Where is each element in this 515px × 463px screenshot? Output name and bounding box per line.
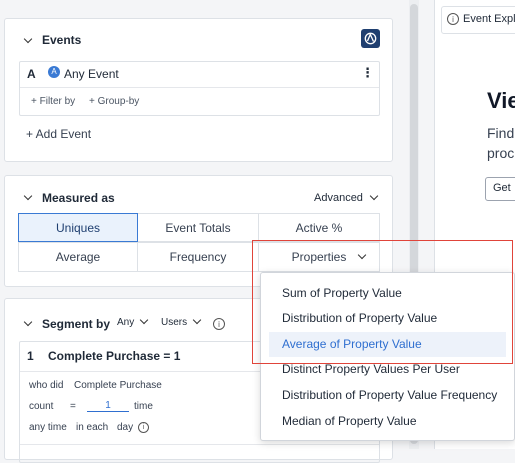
collapse-segment-chevron-icon[interactable] [23, 317, 33, 327]
event-row-divider [20, 87, 379, 88]
option-active-percent[interactable]: Active % [258, 213, 380, 242]
day-selector[interactable]: day [117, 422, 133, 433]
right-panel-text-2: proc [487, 145, 515, 161]
option-average[interactable]: Average [18, 242, 138, 272]
option-uniques[interactable]: Uniques [18, 213, 138, 242]
event-more-icon[interactable]: ⋮ [361, 65, 374, 81]
segment-title: Segment by [42, 317, 111, 331]
count-selector[interactable]: count [29, 401, 53, 412]
segment-number: 1 [27, 349, 34, 363]
option-properties-label: Properties [291, 250, 347, 264]
segment-users-label: Users [161, 317, 188, 328]
count-value-input[interactable]: 1 [87, 400, 129, 412]
amplitude-logo-button[interactable] [361, 29, 380, 48]
segment-event-selector[interactable]: Complete Purchase [74, 380, 162, 391]
event-row[interactable]: A A Any Event ⋮ + Filter by + Group-by [19, 61, 380, 116]
segment-users-dropdown[interactable]: Users [161, 315, 202, 328]
measured-as-title: Measured as [42, 191, 115, 205]
events-panel: Events A A Any Event ⋮ + Filter by + Gro… [4, 18, 393, 162]
menu-item-average-of-property-value[interactable]: Average of Property Value [269, 332, 506, 357]
event-name[interactable]: Any Event [64, 67, 119, 81]
option-average-label: Average [55, 250, 101, 264]
in-each-label: in each [76, 422, 109, 433]
right-panel-tab[interactable]: i Event Expl [441, 6, 515, 34]
segment-info-icon[interactable]: i [213, 318, 225, 330]
segment-any-dropdown[interactable]: Any [117, 315, 149, 328]
operator-selector[interactable]: = [70, 401, 76, 412]
events-title: Events [42, 33, 82, 47]
tab-label: Event Expl [463, 13, 515, 25]
group-by-link[interactable]: + Group-by [89, 96, 139, 107]
add-event-button[interactable]: + Add Event [26, 127, 91, 141]
who-did-label: who did [29, 380, 64, 391]
right-panel-text-1: Find [487, 125, 515, 141]
filter-by-link[interactable]: + Filter by [31, 96, 75, 107]
any-event-icon: A [48, 66, 60, 78]
menu-item-distribution-of-property-value[interactable]: Distribution of Property Value [269, 306, 506, 331]
any-chevron-icon [139, 315, 149, 325]
amplitude-logo-icon [364, 32, 377, 45]
advanced-label: Advanced [314, 192, 363, 204]
menu-item-sum-of-property-value[interactable]: Sum of Property Value [269, 281, 506, 306]
tab-info-icon: i [447, 13, 459, 25]
advanced-chevron-icon [369, 191, 379, 201]
menu-item-median-of-property-value[interactable]: Median of Property Value [269, 409, 506, 434]
option-frequency[interactable]: Frequency [137, 242, 259, 272]
day-info-icon[interactable]: i [138, 422, 149, 433]
option-event-totals-label: Event Totals [165, 220, 231, 235]
option-properties[interactable]: Properties [258, 242, 380, 272]
menu-item-distinct-property-values-per-user[interactable]: Distinct Property Values Per User [269, 357, 506, 382]
segment-any-label: Any [117, 317, 135, 328]
advanced-dropdown[interactable]: Advanced [314, 191, 379, 204]
collapse-events-chevron-icon[interactable] [23, 34, 33, 44]
menu-item-distribution-of-property-value-frequency[interactable]: Distribution of Property Value Frequency [269, 383, 506, 408]
right-panel-heading: Vie [487, 88, 515, 113]
option-event-totals[interactable]: Event Totals [137, 213, 259, 242]
segment-card-divider-2 [20, 444, 379, 445]
users-chevron-icon [192, 315, 202, 325]
any-time-selector[interactable]: any time [29, 422, 67, 433]
segment-name[interactable]: Complete Purchase = 1 [48, 349, 180, 363]
right-panel-get-button[interactable]: Get [485, 177, 515, 201]
option-frequency-label: Frequency [169, 250, 227, 264]
option-active-percent-label: Active % [295, 220, 343, 235]
day-info-glyph: i [142, 424, 145, 431]
properties-chevron-icon [357, 250, 367, 260]
event-letter: A [27, 67, 36, 81]
properties-dropdown-menu: Sum of Property Value Distribution of Pr… [260, 272, 515, 441]
get-button-label: Get [493, 182, 511, 194]
collapse-measured-chevron-icon[interactable] [23, 191, 33, 201]
option-uniques-label: Uniques [55, 220, 101, 235]
time-label: time [134, 401, 153, 412]
